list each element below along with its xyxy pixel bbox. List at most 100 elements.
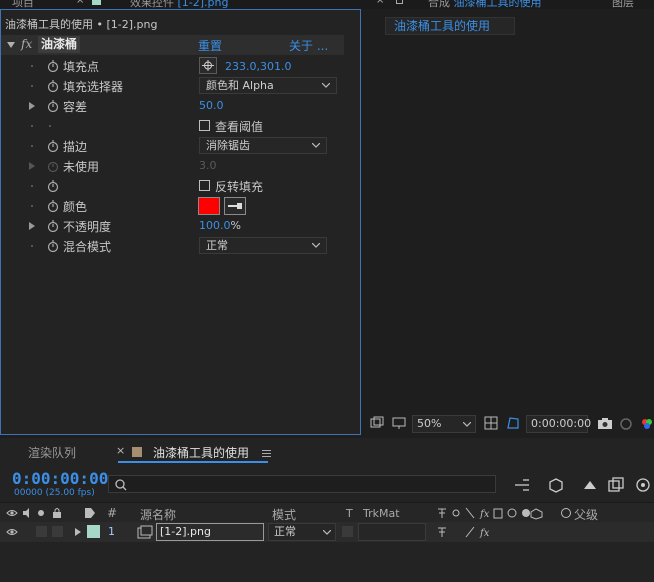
layer-label-color[interactable] bbox=[87, 525, 100, 538]
stroke-value: 消除锯齿 bbox=[206, 139, 250, 152]
column-t[interactable]: T bbox=[346, 507, 353, 520]
current-time-display[interactable]: 0:00:00:00 bbox=[12, 469, 108, 488]
always-preview-icon[interactable] bbox=[370, 416, 384, 430]
chevron-down-icon bbox=[312, 243, 320, 248]
grid-toggle-icon[interactable] bbox=[484, 416, 498, 430]
zoom-dropdown[interactable]: 50% bbox=[412, 415, 476, 433]
layer-switches-row-icons[interactable]: fx bbox=[436, 526, 496, 539]
lock-icon[interactable] bbox=[52, 507, 62, 519]
stopwatch-icon[interactable] bbox=[47, 140, 59, 152]
tab-timeline-comp[interactable]: 油漆桶工具的使用 bbox=[153, 444, 249, 461]
lock-toggle[interactable] bbox=[52, 526, 63, 537]
show-snapshot-icon[interactable] bbox=[619, 417, 633, 431]
param-row-invert-fill: 反转填充 bbox=[1, 176, 344, 196]
draft-3d-icon[interactable] bbox=[547, 477, 565, 493]
stopwatch-icon[interactable] bbox=[47, 240, 59, 252]
monitor-icon[interactable] bbox=[392, 416, 406, 430]
preserve-transparency-toggle[interactable] bbox=[342, 526, 353, 537]
eye-icon[interactable] bbox=[6, 527, 18, 537]
search-input[interactable] bbox=[108, 475, 496, 493]
column-mode[interactable]: 模式 bbox=[272, 506, 296, 523]
breadcrumb: 油漆桶工具的使用 • [1-2].png bbox=[5, 18, 158, 31]
composition-tab[interactable]: 油漆桶工具的使用 bbox=[385, 17, 515, 35]
tab-effect-controls-label: 效果控件 bbox=[130, 0, 174, 9]
timeline-panel: 渲染队列 × 油漆桶工具的使用 0:00:00:00 00000 (25.00 … bbox=[0, 438, 654, 582]
footage-icon bbox=[137, 525, 153, 539]
lock-icon[interactable] bbox=[396, 0, 403, 4]
frame-blending-icon[interactable] bbox=[607, 477, 625, 493]
about-link[interactable]: 关于 ... bbox=[289, 37, 328, 54]
reset-link[interactable]: 重置 bbox=[198, 37, 222, 54]
expand-arrow-icon[interactable] bbox=[29, 102, 35, 110]
stopwatch-icon[interactable] bbox=[47, 200, 59, 212]
expand-arrow-icon[interactable] bbox=[7, 42, 15, 48]
fill-selector-dropdown[interactable]: 颜色和 Alpha bbox=[199, 77, 337, 94]
layer-column-header: # 源名称 模式 T TrkMat fx 父级 bbox=[0, 502, 654, 522]
stopwatch-icon[interactable] bbox=[47, 80, 59, 92]
effect-name[interactable]: 油漆桶 bbox=[38, 36, 81, 53]
eyedropper-button[interactable] bbox=[224, 197, 246, 215]
blend-mode-label: 混合模式 bbox=[63, 240, 112, 254]
fx-icon[interactable]: fx bbox=[21, 37, 32, 51]
comp-timecode[interactable]: 0:00:00:00 bbox=[526, 415, 591, 433]
tab-effect-controls[interactable]: 效果控件 [1-2].png bbox=[130, 0, 228, 9]
opacity-value: 100.0 bbox=[199, 219, 231, 232]
tab-project[interactable]: 项目 bbox=[12, 0, 34, 9]
solo-icon[interactable] bbox=[38, 510, 44, 516]
blend-mode-dropdown[interactable]: 正常 bbox=[199, 237, 327, 254]
tab-effect-controls-file: [1-2].png bbox=[177, 0, 229, 9]
panel-menu-icon[interactable] bbox=[262, 450, 271, 451]
column-source-name[interactable]: 源名称 bbox=[140, 506, 176, 523]
motion-blur-icon[interactable] bbox=[634, 477, 652, 493]
stopwatch-icon[interactable] bbox=[47, 100, 59, 112]
color-channels-icon[interactable] bbox=[640, 417, 654, 431]
crosshair-button[interactable] bbox=[199, 57, 217, 74]
close-icon[interactable]: × bbox=[376, 0, 384, 6]
tolerance-label: 容差 bbox=[63, 100, 88, 114]
layer-row[interactable]: 1 [1-2].png 正常 fx bbox=[0, 522, 654, 542]
eye-icon[interactable] bbox=[6, 508, 18, 518]
effect-header-row[interactable]: fx 油漆桶 重置 关于 ... bbox=[1, 35, 344, 55]
close-icon[interactable]: × bbox=[116, 444, 125, 457]
invert-fill-checkbox[interactable] bbox=[199, 180, 210, 191]
row-dot bbox=[49, 125, 51, 127]
tab-composition[interactable]: 合成 油漆桶工具的使用 bbox=[428, 0, 542, 9]
opacity-unit: % bbox=[230, 219, 241, 232]
chevron-down-icon bbox=[463, 422, 471, 427]
tab-render-queue[interactable]: 渲染队列 bbox=[28, 444, 76, 461]
stopwatch-icon[interactable] bbox=[47, 180, 59, 192]
chevron-down-icon bbox=[323, 530, 331, 535]
opacity-field[interactable]: 100.0% bbox=[199, 219, 241, 232]
blend-mode-value: 正常 bbox=[206, 239, 228, 252]
mask-visibility-icon[interactable] bbox=[506, 416, 520, 430]
tolerance-value[interactable]: 50.0 bbox=[199, 99, 224, 112]
expand-arrow-icon[interactable] bbox=[75, 528, 81, 536]
stopwatch-icon[interactable] bbox=[47, 60, 59, 72]
view-threshold-checkbox[interactable] bbox=[199, 120, 210, 131]
trkmat-dropdown[interactable] bbox=[358, 523, 426, 541]
column-trkmat[interactable]: TrkMat bbox=[363, 507, 400, 520]
layer-name-field[interactable]: [1-2].png bbox=[156, 523, 264, 541]
param-row-blend-mode: 混合模式 正常 bbox=[1, 236, 344, 256]
tab-layer[interactable]: 图层 bbox=[612, 0, 634, 9]
audio-icon[interactable] bbox=[22, 508, 34, 518]
chevron-down-icon bbox=[312, 143, 320, 148]
column-parent[interactable]: 父级 bbox=[574, 506, 598, 523]
stroke-dropdown[interactable]: 消除锯齿 bbox=[199, 137, 327, 154]
label-tag-icon[interactable] bbox=[84, 507, 96, 519]
search-icon bbox=[115, 479, 127, 491]
shy-layers-icon[interactable] bbox=[581, 477, 599, 493]
layer-mode-dropdown[interactable]: 正常 bbox=[268, 523, 336, 541]
comp-mini-flowchart-icon[interactable] bbox=[513, 477, 531, 493]
solo-toggle[interactable] bbox=[36, 526, 47, 537]
close-icon[interactable]: × bbox=[76, 0, 84, 6]
camera-icon[interactable] bbox=[597, 417, 613, 430]
stopwatch-icon[interactable] bbox=[47, 220, 59, 232]
layer-switches-icons[interactable]: fx bbox=[436, 507, 556, 520]
stroke-label: 描边 bbox=[63, 140, 88, 154]
color-swatch[interactable] bbox=[198, 197, 220, 215]
fill-point-value[interactable]: 233.0,301.0 bbox=[225, 60, 291, 73]
frame-info: 00000 (25.00 fps) bbox=[14, 488, 95, 498]
param-row-unused: 未使用 3.0 bbox=[1, 156, 344, 176]
expand-arrow-icon[interactable] bbox=[29, 222, 35, 230]
